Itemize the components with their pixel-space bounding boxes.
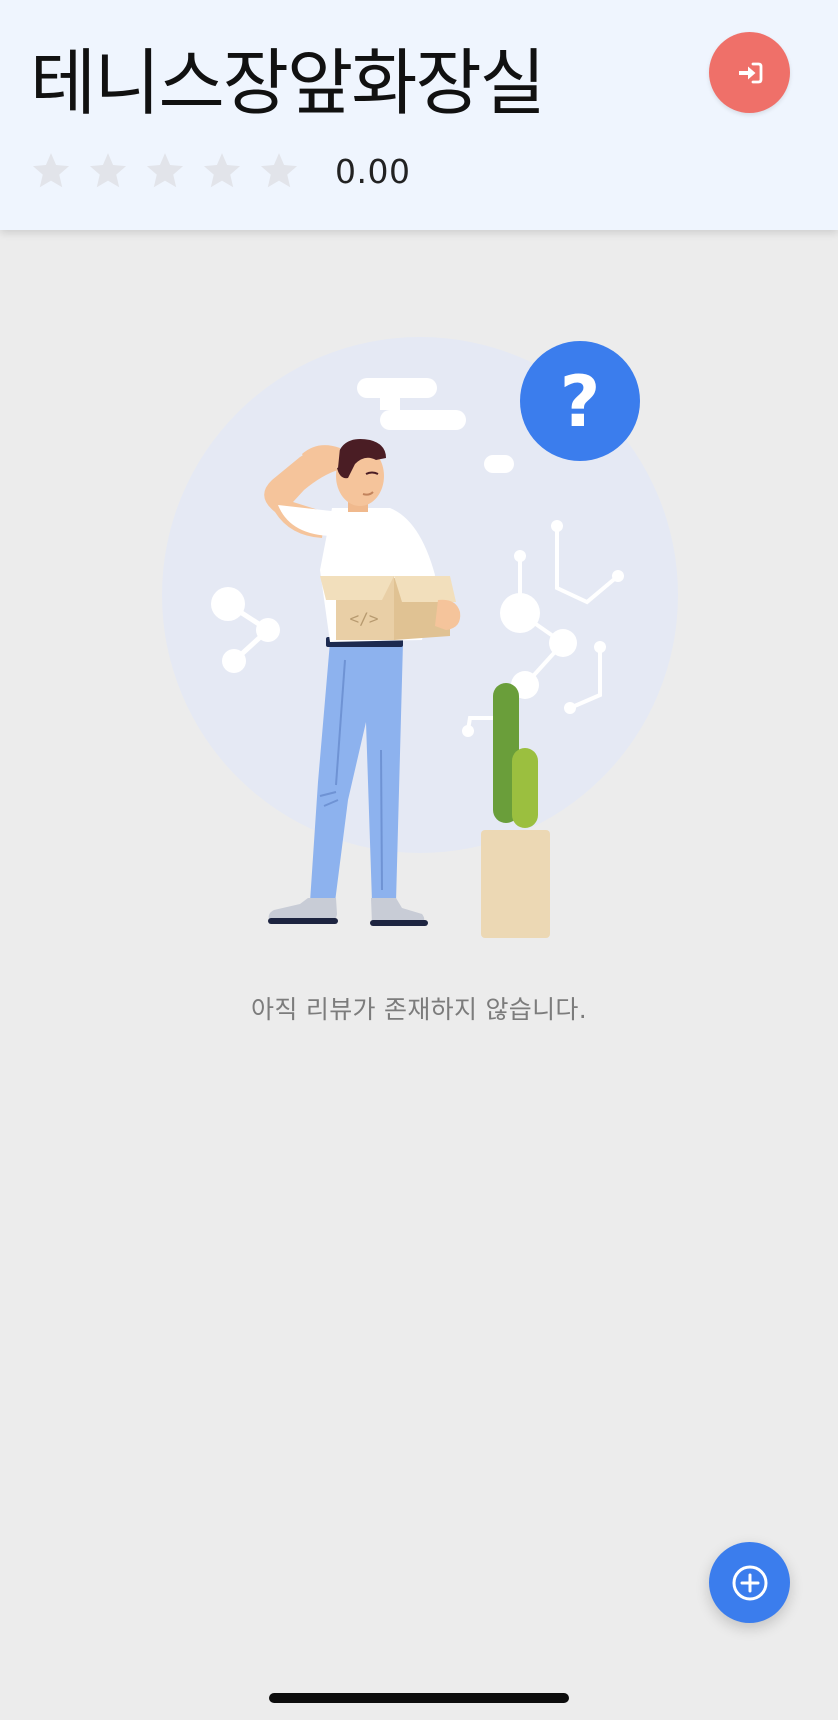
- login-button[interactable]: [709, 32, 790, 113]
- svg-text:</>: </>: [350, 609, 379, 628]
- place-title: 테니스장앞화장실: [30, 41, 546, 125]
- star-icon[interactable]: [201, 150, 243, 192]
- rating-value: 0.00: [335, 151, 411, 191]
- star-icon[interactable]: [30, 150, 72, 192]
- empty-reviews-illustration: ? </>: [150, 330, 690, 950]
- home-indicator: [269, 1693, 569, 1703]
- rating-row: 0.00: [30, 148, 410, 194]
- add-review-button[interactable]: [709, 1542, 790, 1623]
- review-screen: 테니스장앞화장실 0.00 ? </> 아직 리뷰가 존재하지 않습니다.: [0, 0, 838, 1720]
- star-icon[interactable]: [144, 150, 186, 192]
- star-icon[interactable]: [258, 150, 300, 192]
- question-badge: ?: [560, 361, 601, 443]
- star-icon[interactable]: [87, 150, 129, 192]
- empty-reviews-message: 아직 리뷰가 존재하지 않습니다.: [251, 995, 587, 1024]
- sign-in-icon: [738, 62, 762, 83]
- plus-circle-icon: [732, 1565, 767, 1600]
- place-header: 테니스장앞화장실 0.00: [0, 0, 838, 230]
